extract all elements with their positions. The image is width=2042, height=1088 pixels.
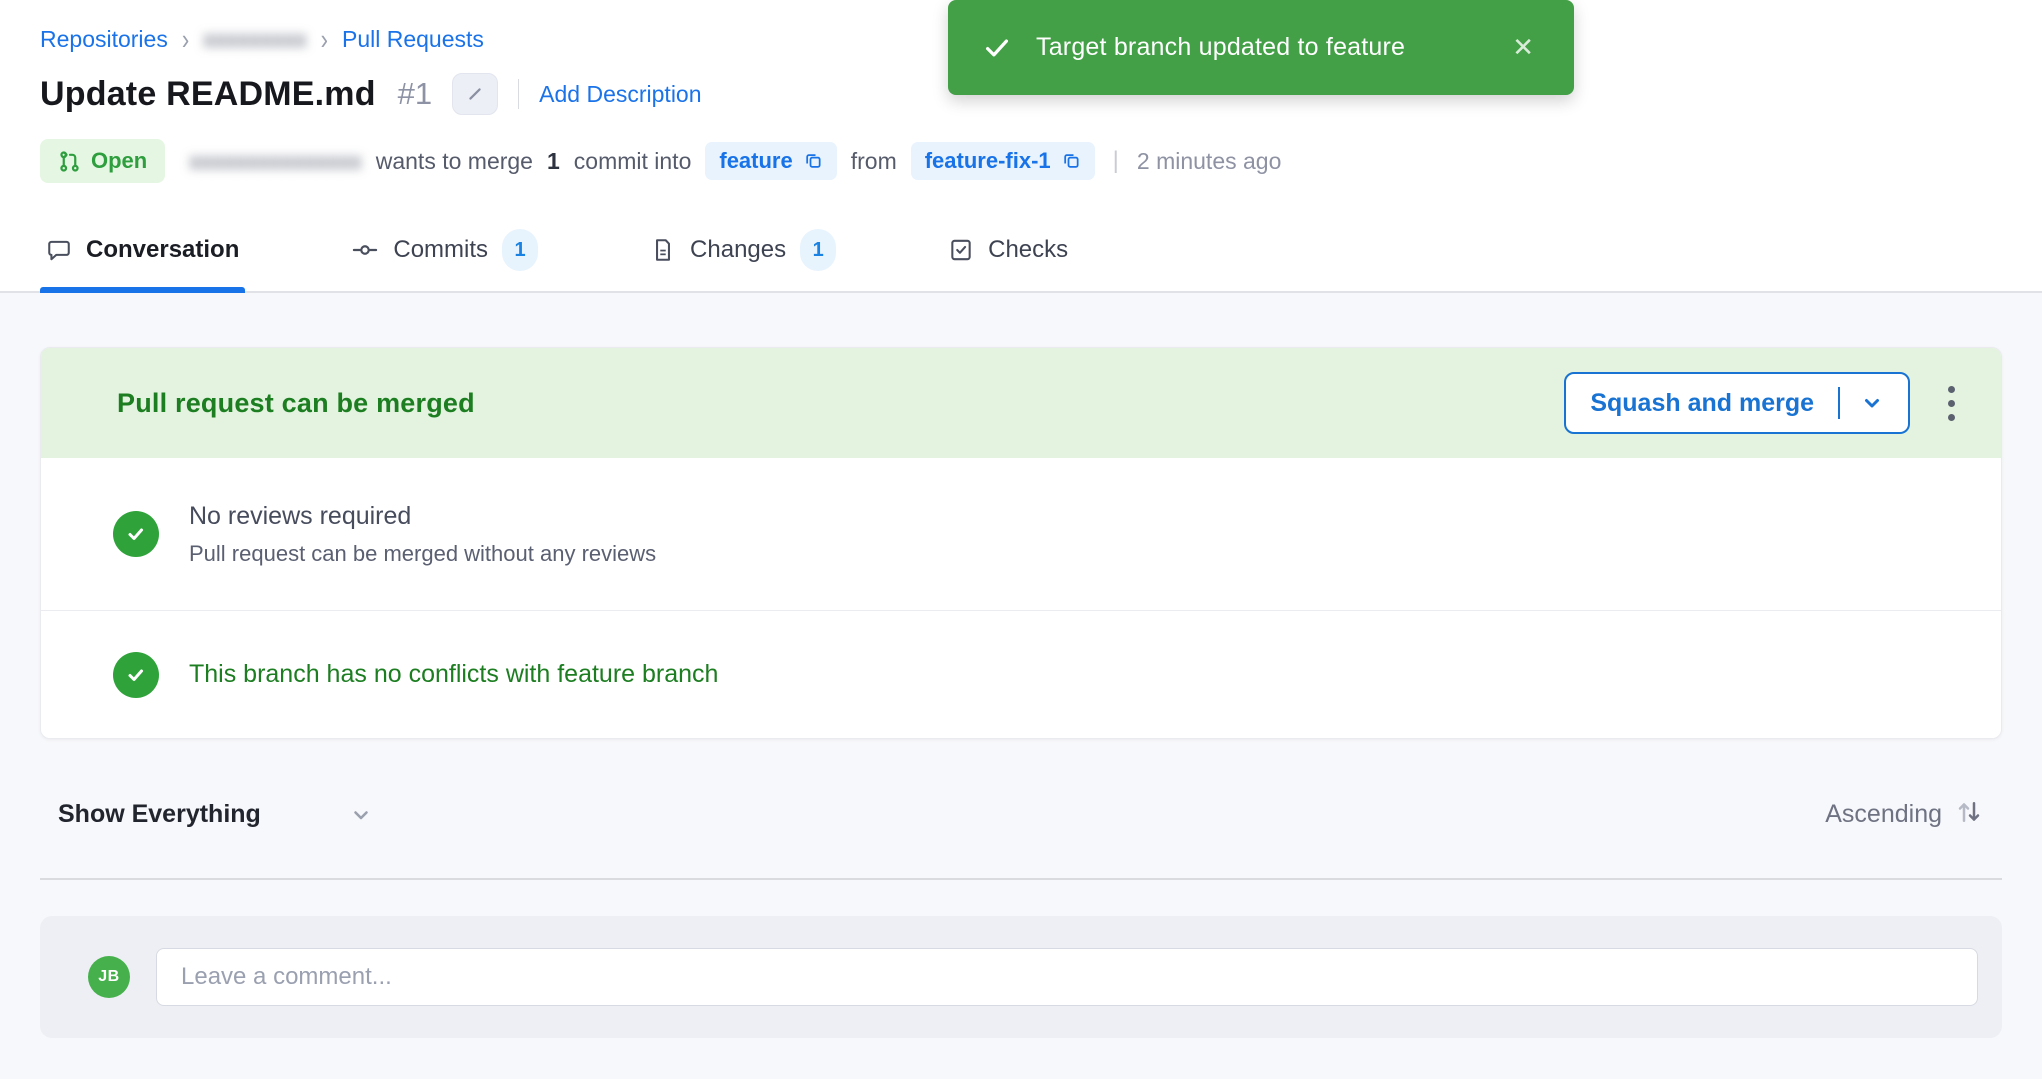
toast-success: Target branch updated to feature ✕ bbox=[948, 0, 1574, 95]
target-branch-name: feature bbox=[719, 148, 792, 174]
check-circle-icon bbox=[113, 511, 159, 557]
author-name-redacted: xxxxxxxxxxxxxxx bbox=[189, 148, 362, 175]
comment-input[interactable] bbox=[156, 948, 1978, 1006]
meta-action-mid: commit into bbox=[574, 148, 692, 175]
pull-request-icon bbox=[58, 150, 81, 173]
edit-title-button[interactable] bbox=[452, 73, 498, 115]
merge-banner-heading: Pull request can be merged bbox=[117, 388, 475, 419]
sort-arrows-icon bbox=[1954, 797, 1984, 832]
breadcrumb-repositories[interactable]: Repositories bbox=[40, 26, 168, 53]
meta-divider: | bbox=[1113, 147, 1119, 175]
title-divider bbox=[518, 79, 519, 109]
filter-dropdown[interactable]: Show Everything bbox=[58, 800, 373, 829]
status-badge: Open bbox=[40, 139, 165, 183]
check-title: No reviews required bbox=[189, 502, 656, 531]
file-icon bbox=[650, 237, 676, 263]
merge-banner: Pull request can be merged Squash and me… bbox=[41, 348, 2001, 458]
commit-count: 1 bbox=[547, 148, 560, 175]
status-label: Open bbox=[91, 148, 147, 174]
tab-commits[interactable]: Commits 1 bbox=[345, 217, 544, 291]
section-divider bbox=[40, 878, 2002, 880]
copy-icon bbox=[1061, 151, 1081, 171]
meta-row: Open xxxxxxxxxxxxxxx wants to merge 1 co… bbox=[40, 139, 2002, 183]
breadcrumb-separator-icon: › bbox=[182, 23, 189, 57]
tab-label: Checks bbox=[988, 236, 1068, 264]
main-content: Pull request can be merged Squash and me… bbox=[0, 293, 2042, 1079]
page-title: Update README.md bbox=[40, 75, 376, 114]
target-branch-chip[interactable]: feature bbox=[705, 142, 836, 180]
conversation-icon bbox=[46, 237, 72, 263]
squash-and-merge-label: Squash and merge bbox=[1590, 389, 1814, 418]
chevron-down-icon bbox=[1860, 391, 1884, 415]
check-row-conflicts: This branch has no conflicts with featur… bbox=[41, 610, 2001, 738]
breadcrumb-separator-icon: › bbox=[321, 23, 328, 57]
meta-action-pre: wants to merge bbox=[376, 148, 533, 175]
commit-icon bbox=[351, 236, 379, 264]
tab-label: Conversation bbox=[86, 236, 239, 264]
toast-close-icon[interactable]: ✕ bbox=[1506, 28, 1540, 67]
checklist-icon bbox=[948, 237, 974, 263]
sort-toggle[interactable]: Ascending bbox=[1825, 797, 1984, 832]
filter-label: Show Everything bbox=[58, 800, 261, 829]
breadcrumb-repo-redacted[interactable]: xxxxxxxxx bbox=[203, 26, 307, 53]
toast-check-icon bbox=[982, 33, 1012, 63]
timestamp: 2 minutes ago bbox=[1137, 148, 1281, 175]
check-subtitle: Pull request can be merged without any r… bbox=[189, 541, 656, 567]
source-branch-chip[interactable]: feature-fix-1 bbox=[911, 142, 1095, 180]
source-branch-name: feature-fix-1 bbox=[925, 148, 1051, 174]
commits-count-badge: 1 bbox=[502, 229, 538, 271]
chevron-down-icon bbox=[349, 803, 373, 827]
timeline-controls: Show Everything Ascending bbox=[40, 797, 2002, 832]
check-title: This branch has no conflicts with featur… bbox=[189, 660, 718, 689]
sort-label: Ascending bbox=[1825, 800, 1942, 829]
add-description-link[interactable]: Add Description bbox=[539, 81, 701, 108]
tab-label: Changes bbox=[690, 236, 786, 264]
avatar: JB bbox=[88, 956, 130, 998]
check-circle-icon bbox=[113, 652, 159, 698]
tab-bar: Conversation Commits 1 Changes 1 Checks bbox=[0, 217, 2042, 293]
toast-message: Target branch updated to feature bbox=[1036, 33, 1482, 62]
more-options-button[interactable] bbox=[1938, 376, 1965, 431]
squash-and-merge-button[interactable]: Squash and merge bbox=[1564, 372, 1910, 434]
breadcrumb-pull-requests[interactable]: Pull Requests bbox=[342, 26, 484, 53]
merge-status-card: Pull request can be merged Squash and me… bbox=[40, 347, 2002, 739]
comment-composer: JB bbox=[40, 916, 2002, 1038]
pr-number: #1 bbox=[398, 76, 432, 112]
tab-label: Commits bbox=[393, 236, 488, 264]
tab-checks[interactable]: Checks bbox=[942, 217, 1074, 291]
check-row-reviews: No reviews required Pull request can be … bbox=[41, 458, 2001, 610]
button-divider bbox=[1838, 387, 1840, 419]
meta-from-label: from bbox=[851, 148, 897, 175]
pencil-icon bbox=[464, 83, 486, 105]
changes-count-badge: 1 bbox=[800, 229, 836, 271]
merge-actions: Squash and merge bbox=[1564, 372, 1965, 434]
tab-changes[interactable]: Changes 1 bbox=[644, 217, 842, 291]
tab-conversation[interactable]: Conversation bbox=[40, 217, 245, 291]
copy-icon bbox=[803, 151, 823, 171]
